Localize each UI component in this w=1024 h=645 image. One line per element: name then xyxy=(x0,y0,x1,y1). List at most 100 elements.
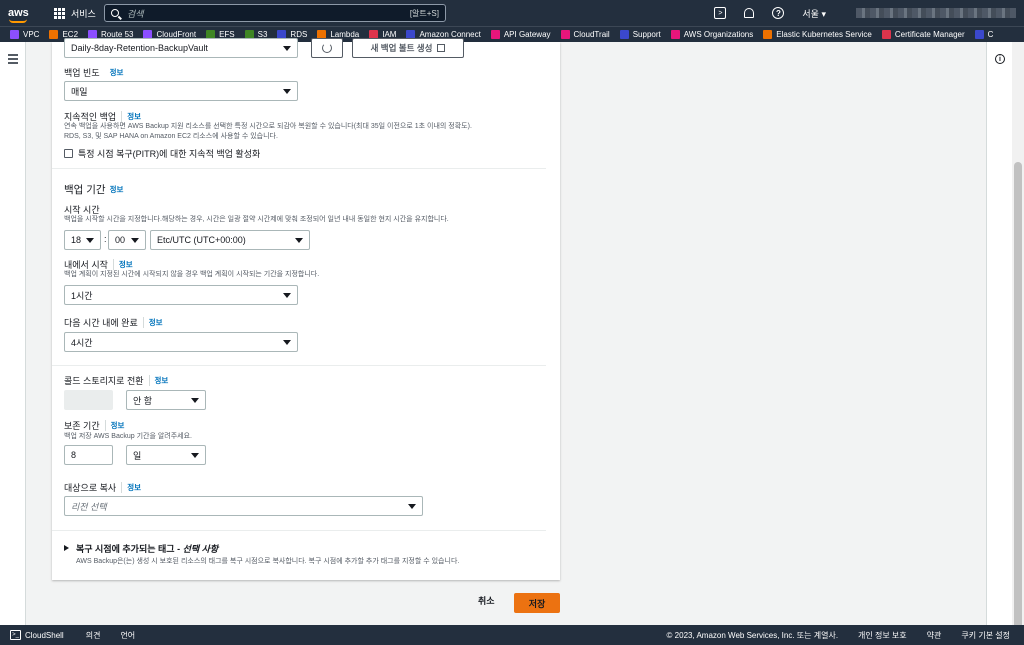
copy-to-placeholder: 리전 선택 xyxy=(71,501,107,512)
service-icon xyxy=(490,30,500,39)
start-within-value: 1시간 xyxy=(71,290,93,301)
aws-logo[interactable]: aws xyxy=(8,8,36,23)
tags-optional-text: 선택 사항 xyxy=(182,544,219,554)
favorite-label: C xyxy=(987,30,994,39)
favorite-elastic-kubernetes-service[interactable]: Elastic Kubernetes Service xyxy=(763,30,872,39)
expand-caret-icon[interactable] xyxy=(64,545,69,551)
cold-storage-select[interactable]: 안 함 xyxy=(126,390,206,410)
footer-bar: >_ CloudShell 의견 언어 © 2023, Amazon Web S… xyxy=(0,625,1024,645)
chevron-down-icon xyxy=(86,237,94,243)
complete-within-label-text: 다음 시간 내에 완료 xyxy=(64,318,138,328)
region-selector[interactable]: 서울 ▾ xyxy=(802,7,826,20)
service-icon xyxy=(881,30,891,39)
search-shortcut: [알트+S] xyxy=(409,8,439,18)
frequency-label-text: 백업 빈도 xyxy=(64,68,100,78)
cold-storage-label-text: 콜드 스토리지로 전환 xyxy=(64,376,144,386)
service-icon xyxy=(560,30,570,39)
service-icon xyxy=(49,30,59,39)
retention-amount-input[interactable]: 8 xyxy=(64,445,113,465)
grid-icon xyxy=(54,7,65,19)
favorite-c[interactable]: C xyxy=(974,30,994,39)
chevron-down-icon xyxy=(295,237,303,243)
chevron-down-icon xyxy=(191,397,199,403)
save-label: 저장 xyxy=(528,598,546,609)
feedback-link[interactable]: 의견 xyxy=(86,630,101,641)
copy-to-info-link[interactable]: 정보 xyxy=(121,482,141,493)
menu-icon[interactable] xyxy=(8,54,18,66)
language-link[interactable]: 언어 xyxy=(120,630,135,641)
search-input[interactable]: 검색 [알트+S] xyxy=(104,4,446,22)
favorite-vpc[interactable]: VPC xyxy=(10,30,39,39)
backup-window-heading: 백업 기간 정보 xyxy=(64,182,123,197)
start-within-select[interactable]: 1시간 xyxy=(64,285,298,305)
retention-description: 백업 저장 AWS Backup 기간을 알려주세요. xyxy=(64,433,192,440)
retention-info-link[interactable]: 정보 xyxy=(104,420,124,431)
retention-unit-select[interactable]: 일 xyxy=(126,445,206,465)
section-divider xyxy=(52,530,546,531)
complete-within-info-link[interactable]: 정보 xyxy=(142,317,163,328)
backup-window-info-link[interactable]: 정보 xyxy=(110,184,124,195)
start-time-description: 백업을 시작할 시간을 지정합니다.해당하는 경우, 시간은 일광 절약 시간제… xyxy=(64,216,449,223)
cloudshell-icon[interactable]: >_ xyxy=(10,630,21,640)
notifications-bell-icon[interactable] xyxy=(744,8,755,18)
cold-storage-label: 콜드 스토리지로 전환 정보 xyxy=(64,374,168,387)
continuous-desc-line2: RDS, S3, 및 SAP HANA on Amazon EC2 리소스에 사… xyxy=(64,133,278,140)
pitr-checkbox-label[interactable]: 특정 시점 복구(PITR)에 대한 지속적 백업 활성화 xyxy=(78,147,260,160)
create-vault-label: 새 백업 볼트 생성 xyxy=(370,43,433,53)
chevron-down-icon xyxy=(131,237,139,243)
info-icon[interactable]: i xyxy=(995,54,1005,64)
retention-label: 보존 기간 정보 xyxy=(64,419,124,432)
favorite-label: VPC xyxy=(23,30,40,39)
backup-vault-select[interactable]: Daily-8day-Retention-BackupVault xyxy=(64,38,298,58)
create-vault-button[interactable]: 새 백업 볼트 생성 xyxy=(352,38,464,58)
page-scrollbar[interactable] xyxy=(1012,42,1024,632)
cloudshell-link[interactable]: CloudShell xyxy=(25,631,64,640)
complete-within-select[interactable]: 4시간 xyxy=(64,332,298,352)
retention-label-text: 보존 기간 xyxy=(64,421,100,431)
scrollbar-thumb[interactable] xyxy=(1014,162,1022,632)
services-label: 서비스 xyxy=(71,8,96,19)
frequency-select[interactable]: 매일 xyxy=(64,81,298,101)
service-icon xyxy=(763,30,773,39)
continuous-info-link[interactable]: 정보 xyxy=(121,111,141,122)
privacy-link[interactable]: 개인 정보 보호 xyxy=(858,630,907,641)
favorite-cloudtrail[interactable]: CloudTrail xyxy=(560,30,610,39)
cold-storage-info-link[interactable]: 정보 xyxy=(148,375,168,386)
refresh-vaults-button[interactable] xyxy=(311,38,343,58)
favorite-aws-organizations[interactable]: AWS Organizations xyxy=(670,30,753,39)
frequency-info-link[interactable]: 정보 xyxy=(105,67,124,78)
terms-link[interactable]: 약관 xyxy=(927,630,942,641)
backup-window-title: 백업 기간 xyxy=(64,184,106,196)
top-navigation: aws 서비스 검색 [알트+S] > ? 서울 ▾ xyxy=(0,0,1024,26)
favorite-label: Certificate Manager xyxy=(894,30,965,39)
pitr-checkbox-text: 특정 시점 복구(PITR)에 대한 지속적 백업 활성화 xyxy=(78,149,261,159)
copy-to-region-select[interactable]: 리전 선택 xyxy=(64,496,423,516)
chevron-down-icon xyxy=(283,339,291,345)
timezone-select[interactable]: Etc/UTC (UTC+00:00) xyxy=(150,230,310,250)
cookie-preferences-link[interactable]: 쿠키 기본 설정 xyxy=(961,630,1010,641)
cancel-button[interactable]: 취소 xyxy=(478,594,495,607)
cloudshell-icon[interactable]: > xyxy=(714,7,727,19)
help-icon[interactable]: ? xyxy=(772,7,785,19)
tags-expander[interactable]: 복구 시점에 추가되는 태그 - 선택 사항 xyxy=(76,542,218,555)
backup-vault-value: Daily-8day-Retention-BackupVault xyxy=(71,43,208,53)
start-minute-select[interactable]: 00 xyxy=(108,230,146,250)
cold-storage-amount-disabled xyxy=(64,390,113,410)
frequency-label: 백업 빈도 정보 xyxy=(64,66,123,79)
backup-rule-panel: Daily-8day-Retention-BackupVault 새 백업 볼트… xyxy=(52,38,560,580)
favorite-certificate-manager[interactable]: Certificate Manager xyxy=(881,30,965,39)
start-within-info-link[interactable]: 정보 xyxy=(112,259,133,270)
right-tools-strip: i xyxy=(986,42,1012,625)
start-hour-select[interactable]: 18 xyxy=(64,230,101,250)
copy-to-label-text: 대상으로 복사 xyxy=(64,483,117,493)
favorite-api-gateway[interactable]: API Gateway xyxy=(490,30,551,39)
start-minute-value: 00 xyxy=(115,235,126,245)
favorite-support[interactable]: Support xyxy=(619,30,661,39)
services-menu-button[interactable]: 서비스 xyxy=(54,7,96,20)
save-button[interactable]: 저장 xyxy=(514,593,560,613)
left-nav-strip xyxy=(0,42,26,625)
chevron-down-icon xyxy=(283,45,291,51)
pitr-checkbox[interactable] xyxy=(64,149,73,158)
account-menu[interactable] xyxy=(856,8,1016,18)
cold-storage-value: 안 함 xyxy=(133,395,153,406)
